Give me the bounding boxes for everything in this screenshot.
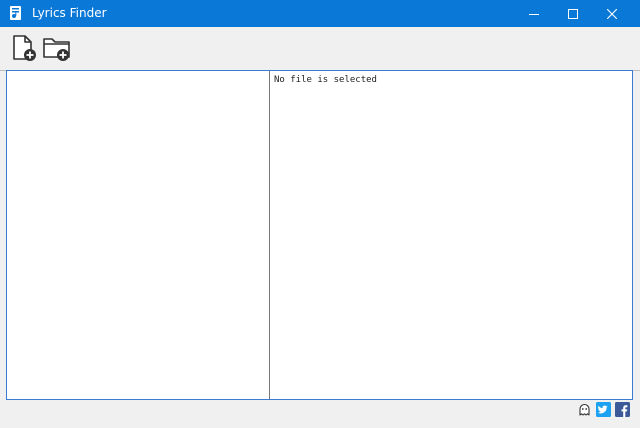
app-icon bbox=[8, 5, 24, 21]
title-bar[interactable]: Lyrics Finder bbox=[0, 0, 640, 27]
add-folder-icon bbox=[43, 38, 70, 61]
window-title: Lyrics Finder bbox=[32, 6, 107, 20]
status-bar bbox=[0, 400, 640, 428]
close-button[interactable] bbox=[594, 0, 630, 27]
no-file-message: No file is selected bbox=[274, 75, 377, 85]
minimize-button[interactable] bbox=[516, 0, 552, 27]
main-panes: No file is selected bbox=[6, 70, 633, 400]
facebook-icon[interactable] bbox=[615, 402, 630, 417]
maximize-icon bbox=[568, 8, 578, 19]
lyrics-pane[interactable]: No file is selected bbox=[270, 71, 632, 399]
ghost-icon[interactable] bbox=[577, 402, 592, 417]
toolbar bbox=[0, 27, 640, 71]
app-window: Lyrics Finder No file is selected bbox=[0, 0, 640, 428]
add-file-icon bbox=[13, 35, 36, 61]
minimize-icon bbox=[529, 13, 539, 15]
twitter-icon[interactable] bbox=[596, 402, 611, 417]
add-file-button[interactable] bbox=[10, 33, 40, 63]
add-folder-button[interactable] bbox=[42, 33, 72, 63]
close-icon bbox=[607, 8, 617, 19]
file-list-pane[interactable] bbox=[7, 71, 269, 399]
maximize-button[interactable] bbox=[555, 0, 591, 27]
